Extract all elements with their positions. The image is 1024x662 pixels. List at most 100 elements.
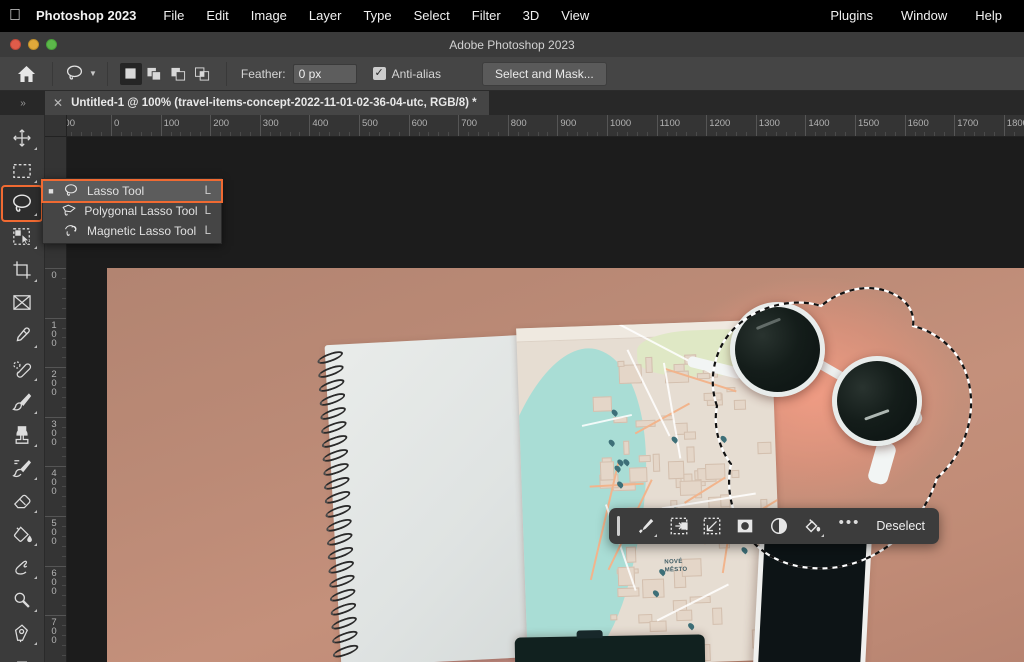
clone-stamp-tool[interactable]: [3, 418, 41, 451]
create-mask-button[interactable]: [729, 511, 762, 541]
dodge-tool[interactable]: [3, 583, 41, 616]
ruler-minor-tick: [766, 132, 767, 136]
menu-app-name[interactable]: Photoshop 2023: [30, 0, 152, 32]
spiral-ring: [329, 572, 355, 590]
add-to-selection-button[interactable]: [144, 63, 166, 85]
lasso-tool[interactable]: [3, 187, 41, 220]
lasso-icon: [11, 193, 33, 214]
map-building-block: [668, 461, 684, 479]
double-chevron-right-icon[interactable]: »: [0, 91, 45, 115]
flyout-corner-indicator: [34, 411, 37, 414]
quick-selection-icon: [12, 227, 32, 247]
spot-healing-brush-tool[interactable]: [3, 352, 41, 385]
document-image[interactable]: NOVÉ MĚSTO: [107, 268, 1024, 662]
frame-tool[interactable]: [3, 286, 41, 319]
ruler-minor-tick: [538, 132, 539, 136]
select-and-mask-button[interactable]: Select and Mask...: [482, 62, 607, 86]
menu-select[interactable]: Select: [403, 0, 461, 32]
blur-tool[interactable]: [3, 550, 41, 583]
new-selection-button[interactable]: [120, 63, 142, 85]
more-options-button[interactable]: •••: [829, 511, 871, 541]
crop-tool[interactable]: [3, 253, 41, 286]
generative-fill-button[interactable]: [795, 511, 828, 541]
ruler-minor-tick: [984, 132, 985, 136]
spiral-ring: [325, 488, 351, 506]
type-tool[interactable]: T: [3, 649, 41, 662]
antialias-checkbox[interactable]: ✓: [373, 67, 386, 80]
flyout-item-polygonal-lasso-tool[interactable]: Polygonal Lasso Tool L: [43, 201, 221, 221]
history-brush-tool[interactable]: [3, 451, 41, 484]
ruler-tick-label: 600: [409, 118, 428, 129]
subtract-from-selection-button[interactable]: [168, 63, 190, 85]
sunglasses-object: [692, 290, 952, 475]
menu-help[interactable]: Help: [961, 0, 1016, 32]
ruler-tick-label: 700: [458, 118, 477, 129]
expand-selection-button[interactable]: [662, 511, 695, 541]
eraser-tool[interactable]: [3, 484, 41, 517]
brush-tool[interactable]: [3, 385, 41, 418]
spiral-ring: [326, 516, 352, 534]
close-icon[interactable]: ✕: [53, 97, 63, 109]
flyout-item-magnetic-lasso-tool[interactable]: Magnetic Lasso Tool L: [43, 221, 221, 241]
ruler-minor-tick: [62, 595, 66, 596]
object-selection-tool[interactable]: [3, 220, 41, 253]
ruler-minor-tick: [1014, 132, 1015, 136]
contextual-task-bar: ••• Deselect: [609, 508, 939, 544]
eraser-icon: [12, 491, 33, 510]
move-icon: [12, 128, 32, 148]
ruler-minor-tick: [349, 132, 350, 136]
ruler-tick-label: 700: [49, 618, 59, 645]
map-building-block: [617, 361, 625, 367]
move-tool[interactable]: [3, 121, 41, 154]
transform-selection-button[interactable]: [696, 511, 729, 541]
drag-handle-icon[interactable]: [617, 516, 620, 536]
ruler-corner[interactable]: [45, 115, 67, 137]
menu-plugins[interactable]: Plugins: [816, 0, 887, 32]
menu-file[interactable]: File: [152, 0, 195, 32]
options-bar: ▼: [0, 57, 1024, 91]
menu-type[interactable]: Type: [352, 0, 402, 32]
ruler-tick: [45, 318, 67, 319]
eyedropper-tool[interactable]: [3, 319, 41, 352]
ruler-minor-tick: [399, 132, 400, 136]
svg-text:T: T: [17, 657, 28, 662]
intersect-with-selection-button[interactable]: [192, 63, 214, 85]
home-icon[interactable]: [0, 65, 52, 83]
ruler-minor-tick: [776, 132, 777, 136]
feather-label: Feather:: [241, 67, 286, 81]
document-tab-title: Untitled-1 @ 100% (travel-items-concept-…: [71, 97, 477, 109]
flyout-corner-indicator: [34, 510, 37, 513]
menu-edit[interactable]: Edit: [195, 0, 239, 32]
deselect-button[interactable]: Deselect: [870, 519, 939, 533]
type-icon: T: [12, 656, 32, 662]
ruler-tick-label: 100: [161, 118, 180, 129]
antialias-group[interactable]: ✓ Anti-alias: [373, 67, 448, 81]
chevron-down-icon[interactable]: ▼: [89, 69, 97, 78]
ruler-minor-tick: [62, 526, 66, 527]
horizontal-ruler[interactable]: 0001002003004005006007008009001000110012…: [67, 115, 1024, 137]
menu-filter[interactable]: Filter: [461, 0, 512, 32]
adjustment-layer-button[interactable]: [762, 511, 795, 541]
ruler-tick-label: 800: [508, 118, 527, 129]
pen-tool[interactable]: [3, 616, 41, 649]
menu-layer[interactable]: Layer: [298, 0, 353, 32]
ruler-minor-tick: [587, 132, 588, 136]
menu-view[interactable]: View: [550, 0, 600, 32]
spiral-ring: [325, 502, 351, 520]
feather-input[interactable]: 0 px: [293, 64, 357, 84]
lens-shine-left: [756, 318, 781, 331]
ruler-tick-label: 0: [111, 118, 119, 129]
paint-bucket-icon: [12, 524, 32, 544]
active-tool-preset[interactable]: ▼: [53, 64, 107, 83]
gradient-tool[interactable]: [3, 517, 41, 550]
menu-image[interactable]: Image: [240, 0, 298, 32]
flyout-item-lasso-tool[interactable]: ■ Lasso Tool L: [43, 181, 221, 201]
document-tab[interactable]: ✕ Untitled-1 @ 100% (travel-items-concep…: [45, 91, 489, 115]
apple-logo-icon[interactable]: : [0, 8, 30, 24]
menu-window[interactable]: Window: [887, 0, 961, 32]
ruler-tick: [45, 615, 67, 616]
select-subject-button[interactable]: [629, 511, 662, 541]
rectangular-marquee-tool[interactable]: [3, 154, 41, 187]
marquee-icon: [12, 162, 32, 180]
menu-3d[interactable]: 3D: [512, 0, 551, 32]
